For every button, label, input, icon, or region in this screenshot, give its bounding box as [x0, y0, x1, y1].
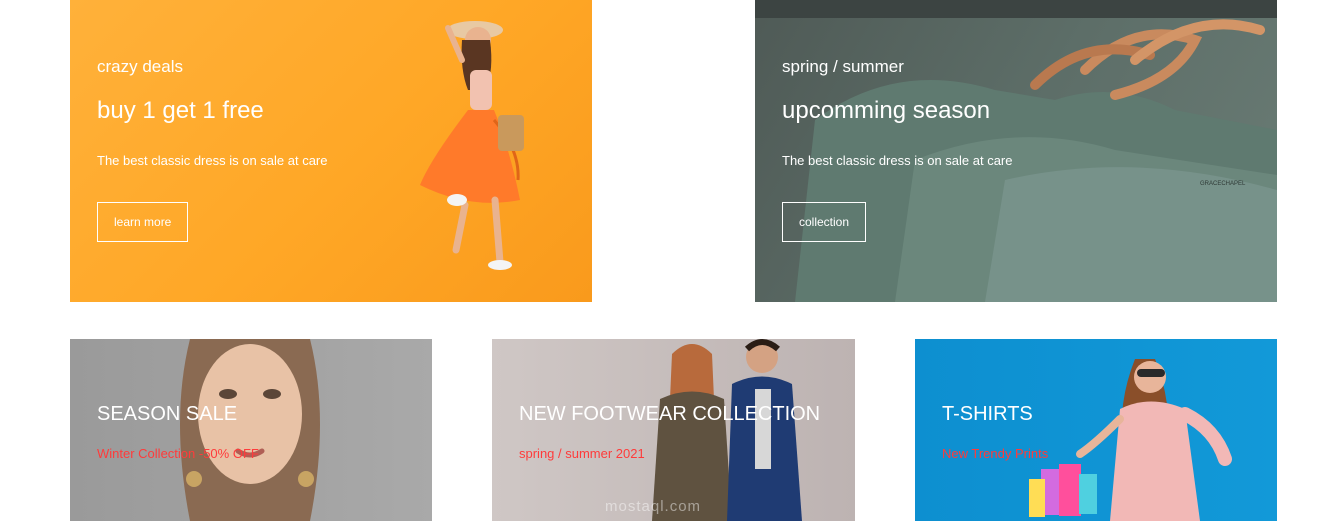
category-card-season-sale[interactable]: SEASON SALE Winter Collection -50% OFF — [70, 339, 432, 521]
banner-text-block: crazy deals buy 1 get 1 free The best cl… — [97, 57, 328, 242]
banner-text-block: spring / summer upcomming season The bes… — [782, 57, 1013, 242]
banner-headline: upcomming season — [782, 97, 991, 124]
promo-banner-upcoming-season: GRACECHAPEL spring / summer upcomming se… — [755, 0, 1277, 302]
category-title: SEASON SALE — [97, 403, 238, 425]
collection-button[interactable]: collection — [782, 202, 867, 242]
learn-more-button[interactable]: learn more — [97, 202, 189, 242]
category-text-block: SEASON SALE Winter Collection -50% OFF — [97, 403, 259, 461]
category-text-block: NEW FOOTWEAR COLLECTION spring / summer … — [519, 403, 820, 461]
woman-orange-dress-image — [420, 21, 524, 270]
banner-kicker: crazy deals — [97, 57, 183, 76]
category-card-footwear[interactable]: NEW FOOTWEAR COLLECTION spring / summer … — [492, 339, 855, 521]
banner-description: The best classic dress is on sale at car… — [782, 153, 1013, 168]
category-text-block: T-SHIRTS New Trendy Prints — [942, 403, 1048, 461]
watermark-text: mostaql.com — [605, 498, 702, 515]
category-subtitle: spring / summer 2021 — [519, 446, 645, 461]
category-subtitle: New Trendy Prints — [942, 446, 1049, 461]
woman-shopping-bags-image — [1029, 359, 1232, 521]
banner-kicker: spring / summer — [782, 57, 904, 76]
svg-text:GRACECHAPEL: GRACECHAPEL — [1200, 181, 1246, 187]
category-title: T-SHIRTS — [942, 403, 1033, 425]
category-title: NEW FOOTWEAR COLLECTION — [519, 403, 821, 425]
category-subtitle: Winter Collection -50% OFF — [97, 446, 259, 461]
promo-banner-crazy-deals: crazy deals buy 1 get 1 free The best cl… — [70, 0, 592, 302]
category-card-tshirts[interactable]: T-SHIRTS New Trendy Prints — [915, 339, 1277, 521]
banner-headline: buy 1 get 1 free — [97, 97, 264, 124]
banner-description: The best classic dress is on sale at car… — [97, 153, 328, 168]
